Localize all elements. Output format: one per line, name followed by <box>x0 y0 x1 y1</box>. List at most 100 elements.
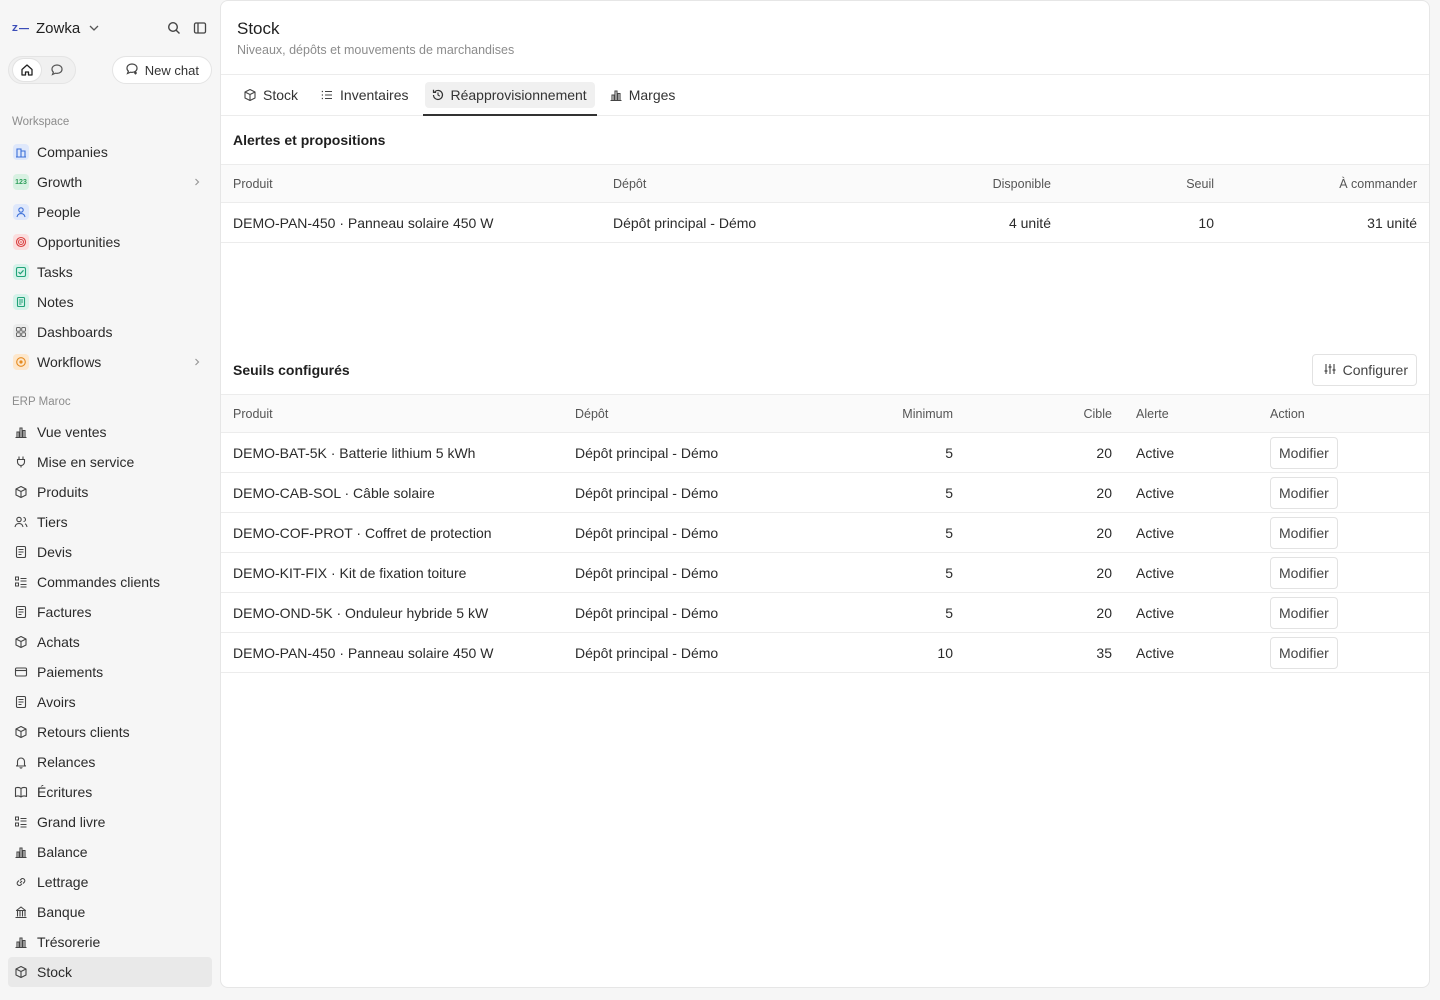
column-header-disponible[interactable]: Disponible <box>901 164 1063 203</box>
chevron-down-icon[interactable] <box>88 21 102 35</box>
tab-marges[interactable]: Marges <box>603 82 684 108</box>
tab-stock[interactable]: Stock <box>237 82 306 108</box>
column-header-depot[interactable]: Dépôt <box>563 394 823 433</box>
modify-button[interactable]: Modifier <box>1270 436 1338 469</box>
sidebar-item-label: Achats <box>37 634 80 650</box>
chevron-right-icon[interactable] <box>192 356 204 368</box>
workspace-header[interactable]: Z Zowka <box>8 14 212 42</box>
sidebar-item-grand-livre[interactable]: Grand livre <box>8 807 212 837</box>
column-header-produit[interactable]: Produit <box>221 164 601 203</box>
cell-alerte: Active <box>1124 632 1258 673</box>
sidebar-item-retours-clients[interactable]: Retours clients <box>8 717 212 747</box>
workspace-name[interactable]: Zowka <box>36 20 80 37</box>
sidebar-item-mise-en-service[interactable]: Mise en service <box>8 447 212 477</box>
sidebar-toggle-icon[interactable] <box>192 20 208 36</box>
sidebar-item-dashboards[interactable]: Dashboards <box>8 317 212 347</box>
workspace-section-label: Workspace <box>12 116 70 128</box>
sidebar-item-relances[interactable]: Relances <box>8 747 212 777</box>
column-header-a-commander[interactable]: À commander <box>1226 164 1429 203</box>
sidebar-item-avoirs[interactable]: Avoirs <box>8 687 212 717</box>
column-header-seuil[interactable]: Seuil <box>1063 164 1226 203</box>
search-icon[interactable] <box>166 20 182 36</box>
sidebar-item-stock[interactable]: Stock <box>8 957 212 987</box>
table-row[interactable]: DEMO-PAN-450 · Panneau solaire 450 W Dépô… <box>221 202 1429 243</box>
link-icon <box>13 874 29 890</box>
column-header-minimum[interactable]: Minimum <box>823 394 965 433</box>
cell-action: Modifier <box>1258 512 1429 553</box>
sidebar-item-commandes-clients[interactable]: Commandes clients <box>8 567 212 597</box>
chat-bubble-icon[interactable] <box>43 59 71 81</box>
sidebar-item-tasks[interactable]: Tasks <box>8 257 212 287</box>
sidebar-item-label: Lettrage <box>37 874 89 890</box>
tab-inventaires[interactable]: Inventaires <box>314 82 416 108</box>
sidebar-item-vue-ventes[interactable]: Vue ventes <box>8 417 212 447</box>
tab-reapprovisionnement[interactable]: Réapprovisionnement <box>422 82 597 116</box>
sidebar-item-label: Relances <box>37 754 96 770</box>
note-icon <box>13 294 29 310</box>
sidebar-item-growth[interactable]: 123 Growth <box>8 167 212 197</box>
column-header-produit[interactable]: Produit <box>221 394 563 433</box>
sidebar-item-notes[interactable]: Notes <box>8 287 212 317</box>
table-row[interactable]: DEMO-OND-5K · Onduleur hybride 5 kW Dépôt… <box>221 592 1429 633</box>
list-icon <box>320 88 334 102</box>
column-header-action: Action <box>1258 394 1429 433</box>
modify-button[interactable]: Modifier <box>1270 556 1338 589</box>
modify-button[interactable]: Modifier <box>1270 476 1338 509</box>
sidebar-item-banque[interactable]: Banque <box>8 897 212 927</box>
sidebar-item-ecritures[interactable]: Écritures <box>8 777 212 807</box>
cell-action: Modifier <box>1258 592 1429 633</box>
cell-minimum: 10 <box>823 632 965 673</box>
modify-button[interactable]: Modifier <box>1270 516 1338 549</box>
cell-alerte: Active <box>1124 552 1258 593</box>
sidebar-item-tresorerie[interactable]: Trésorerie <box>8 927 212 957</box>
home-icon[interactable] <box>13 59 41 81</box>
chevron-right-icon[interactable] <box>192 176 204 188</box>
table-row[interactable]: DEMO-KIT-FIX · Kit de fixation toiture Dé… <box>221 552 1429 593</box>
person-icon <box>13 204 29 220</box>
checkbox-icon <box>13 264 29 280</box>
box-icon <box>13 724 29 740</box>
list-icon <box>13 574 29 590</box>
sidebar-item-opportunities[interactable]: Opportunities <box>8 227 212 257</box>
sidebar-item-workflows[interactable]: Workflows <box>8 347 212 377</box>
column-header-alerte[interactable]: Alerte <box>1124 394 1258 433</box>
sidebar-item-label: Companies <box>37 144 108 160</box>
sidebar-item-produits[interactable]: Produits <box>8 477 212 507</box>
sidebar-item-lettrage[interactable]: Lettrage <box>8 867 212 897</box>
sidebar-item-paiements[interactable]: Paiements <box>8 657 212 687</box>
sidebar-item-label: Grand livre <box>37 814 106 830</box>
table-row[interactable]: DEMO-BAT-5K · Batterie lithium 5 kWh Dépô… <box>221 432 1429 473</box>
cell-produit: DEMO-OND-5K · Onduleur hybride 5 kW <box>221 592 563 633</box>
sidebar-item-label: Paiements <box>37 664 104 680</box>
sidebar-item-achats[interactable]: Achats <box>8 627 212 657</box>
sidebar-item-tiers[interactable]: Tiers <box>8 507 212 537</box>
document-icon <box>13 694 29 710</box>
modify-button[interactable]: Modifier <box>1270 596 1338 629</box>
sidebar-item-label: Stock <box>37 964 73 980</box>
column-header-cible[interactable]: Cible <box>965 394 1124 433</box>
cell-produit: DEMO-KIT-FIX · Kit de fixation toiture <box>221 552 563 593</box>
sidebar-item-companies[interactable]: Companies <box>8 137 212 167</box>
cell-produit: DEMO-CAB-SOL · Câble solaire <box>221 472 563 513</box>
tab-label: Stock <box>263 87 299 103</box>
table-row[interactable]: DEMO-COF-PROT · Coffret de protection Dép… <box>221 512 1429 553</box>
sidebar-item-people[interactable]: People <box>8 197 212 227</box>
cell-action: Modifier <box>1258 632 1429 673</box>
configure-button[interactable]: Configurer <box>1311 354 1417 386</box>
workspace-nav: Companies 123 Growth People Opportunitie… <box>8 137 212 377</box>
sidebar-item-label: Notes <box>37 294 74 310</box>
sidebar-item-devis[interactable]: Devis <box>8 537 212 567</box>
new-chat-button[interactable]: New chat <box>111 56 212 84</box>
main-panel: Stock Niveaux, dépôts et mouvements de m… <box>220 0 1430 988</box>
svg-text:Z: Z <box>12 24 18 33</box>
table-row[interactable]: DEMO-CAB-SOL · Câble solaire Dépôt princi… <box>221 472 1429 513</box>
workspace-logo-icon: Z <box>12 21 30 35</box>
column-header-depot[interactable]: Dépôt <box>601 164 901 203</box>
cell-minimum: 5 <box>823 552 965 593</box>
modify-button[interactable]: Modifier <box>1270 636 1338 669</box>
sidebar-item-balance[interactable]: Balance <box>8 837 212 867</box>
sidebar-item-factures[interactable]: Factures <box>8 597 212 627</box>
cell-produit: DEMO-PAN-450 · Panneau solaire 450 W <box>221 202 601 243</box>
table-row[interactable]: DEMO-PAN-450 · Panneau solaire 450 W Dépô… <box>221 632 1429 673</box>
cell-minimum: 5 <box>823 432 965 473</box>
